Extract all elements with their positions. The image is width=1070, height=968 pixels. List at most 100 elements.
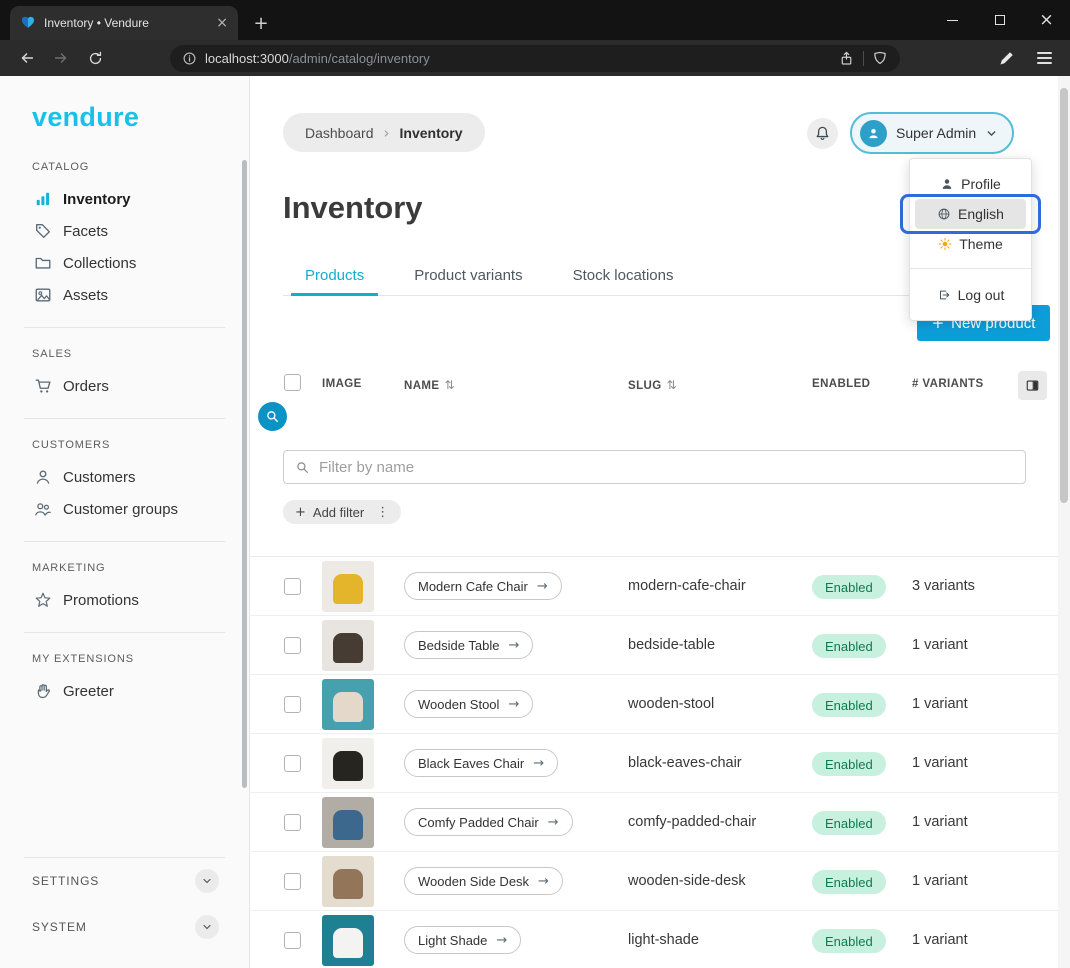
row-checkbox[interactable]	[284, 755, 301, 772]
sidebar-item-inventory[interactable]: Inventory	[0, 183, 249, 215]
forward-button[interactable]	[48, 45, 74, 71]
table-row: Light Shade→ light-shade Enabled 1 varia…	[250, 911, 1058, 968]
tab-product-variants[interactable]: Product variants	[392, 256, 544, 295]
product-thumbnail	[322, 797, 374, 848]
tab-products[interactable]: Products	[283, 256, 386, 295]
row-checkbox[interactable]	[284, 696, 301, 713]
product-thumbnail	[322, 561, 374, 612]
sidebar-item-label: Orders	[63, 378, 109, 395]
variant-count: 1 variant	[912, 637, 968, 653]
status-badge: Enabled	[812, 575, 886, 599]
sort-icon[interactable]: ⇅	[667, 378, 677, 392]
add-filter-button[interactable]: + Add filter ⋮	[283, 500, 401, 524]
product-name-link[interactable]: Comfy Padded Chair→	[404, 808, 573, 836]
main-content: Dashboard › Inventory Super Admin Profil…	[250, 76, 1070, 968]
back-icon	[18, 49, 36, 67]
user-menu-button[interactable]: Super Admin	[850, 112, 1014, 154]
breadcrumb-root[interactable]: Dashboard	[305, 125, 374, 141]
sidebar-item-assets[interactable]: Assets	[0, 279, 249, 311]
browser-titlebar: Inventory • Vendure × + ×	[0, 0, 1070, 40]
add-filter-label: Add filter	[313, 505, 364, 520]
product-name-link[interactable]: Bedside Table→	[404, 631, 533, 659]
column-header-name[interactable]: NAME⇅	[404, 378, 455, 392]
product-name-link[interactable]: Light Shade→	[404, 926, 521, 954]
product-name-link[interactable]: Modern Cafe Chair→	[404, 572, 562, 600]
share-icon[interactable]	[838, 50, 855, 67]
menu-item-language[interactable]: English	[915, 199, 1026, 229]
browser-tab[interactable]: Inventory • Vendure ×	[10, 6, 238, 40]
chevron-down-icon[interactable]	[195, 915, 219, 939]
table-row: Comfy Padded Chair→ comfy-padded-chair E…	[250, 793, 1058, 852]
product-name-link[interactable]: Wooden Side Desk→	[404, 867, 563, 895]
table-row: Wooden Side Desk→ wooden-side-desk Enabl…	[250, 852, 1058, 911]
menu-icon[interactable]	[1037, 52, 1052, 64]
search-toggle-button[interactable]	[258, 402, 287, 431]
reload-button[interactable]	[82, 45, 108, 71]
kebab-menu-icon[interactable]: ⋮	[371, 505, 389, 520]
sidebar-group-system[interactable]: SYSTEM	[0, 904, 249, 950]
sidebar-item-orders[interactable]: Orders	[0, 370, 249, 402]
breadcrumb-separator-icon: ›	[384, 124, 390, 142]
column-header-variants: # VARIANTS	[912, 378, 984, 390]
sidebar-scrollbar[interactable]	[242, 160, 247, 788]
select-all-checkbox[interactable]	[284, 374, 301, 391]
url-path: /admin/catalog/inventory	[289, 51, 430, 66]
product-slug: modern-cafe-chair	[628, 578, 746, 594]
back-button[interactable]	[14, 45, 40, 71]
user-dropdown-menu: Profile English Theme Log out	[909, 158, 1032, 321]
column-settings-button[interactable]	[1018, 371, 1047, 400]
vendure-logo: vendure	[32, 102, 249, 133]
profile-icon	[940, 177, 954, 191]
row-checkbox[interactable]	[284, 578, 301, 595]
sidebar-heading-marketing: MARKETING	[32, 562, 249, 574]
notifications-button[interactable]	[807, 118, 838, 149]
product-slug: comfy-padded-chair	[628, 814, 756, 830]
page-scrollbar-thumb[interactable]	[1060, 88, 1068, 503]
product-name-link[interactable]: Black Eaves Chair→	[404, 749, 558, 777]
sort-icon[interactable]: ⇅	[444, 378, 454, 392]
menu-item-logout[interactable]: Log out	[915, 278, 1026, 312]
menu-item-profile[interactable]: Profile	[915, 169, 1026, 199]
sidebar-item-greeter[interactable]: Greeter	[0, 675, 249, 707]
chevron-down-icon[interactable]	[195, 869, 219, 893]
sidebar-item-collections[interactable]: Collections	[0, 247, 249, 279]
row-checkbox[interactable]	[284, 637, 301, 654]
sidebar-item-facets[interactable]: Facets	[0, 215, 249, 247]
product-name-link[interactable]: Wooden Stool→	[404, 690, 533, 718]
tab-close-icon[interactable]: ×	[216, 16, 228, 30]
row-checkbox[interactable]	[284, 873, 301, 890]
pencil-icon[interactable]	[997, 48, 1017, 68]
address-bar[interactable]: localhost:3000/admin/catalog/inventory	[170, 45, 900, 72]
column-header-slug[interactable]: SLUG⇅	[628, 378, 677, 392]
shield-icon[interactable]	[872, 50, 888, 67]
image-icon	[34, 286, 52, 304]
tab-stock-locations[interactable]: Stock locations	[551, 256, 696, 295]
chevron-down-icon	[985, 127, 998, 140]
filter-by-name-input[interactable]	[319, 459, 1014, 476]
thumbnail-shape	[333, 928, 363, 958]
close-button[interactable]: ×	[1023, 0, 1070, 40]
admin-app: vendure CATALOG Inventory Facets Collect…	[0, 76, 1070, 968]
menu-item-theme[interactable]: Theme	[915, 229, 1026, 259]
user-name: Super Admin	[896, 125, 976, 141]
minimize-button[interactable]	[929, 0, 976, 40]
breadcrumb[interactable]: Dashboard › Inventory	[283, 113, 485, 152]
site-info-icon[interactable]	[182, 51, 197, 66]
sidebar-divider	[24, 632, 225, 633]
product-name: Modern Cafe Chair	[418, 579, 528, 594]
sidebar-item-customers[interactable]: Customers	[0, 461, 249, 493]
sidebar-item-promotions[interactable]: Promotions	[0, 584, 249, 616]
row-checkbox[interactable]	[284, 814, 301, 831]
variant-count: 1 variant	[912, 755, 968, 771]
variant-count: 1 variant	[912, 814, 968, 830]
table-row: Bedside Table→ bedside-table Enabled 1 v…	[250, 616, 1058, 675]
table-header: IMAGE NAME⇅ SLUG⇅ ENABLED # VARIANTS	[250, 365, 1058, 405]
sidebar-item-customer-groups[interactable]: Customer groups	[0, 493, 249, 525]
row-checkbox[interactable]	[284, 932, 301, 949]
sidebar-group-settings[interactable]: SETTINGS	[0, 858, 249, 904]
new-tab-button[interactable]: +	[246, 8, 276, 38]
sidebar-item-label: Assets	[63, 287, 108, 304]
product-thumbnail	[322, 856, 374, 907]
maximize-button[interactable]	[976, 0, 1023, 40]
page-scrollbar[interactable]	[1058, 76, 1070, 968]
